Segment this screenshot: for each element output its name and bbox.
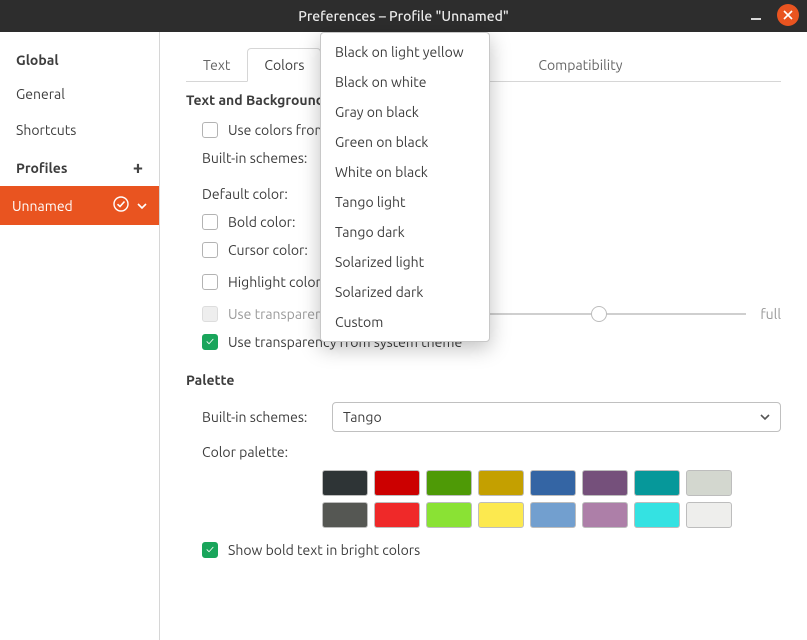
bold-bright-row: Show bold text in bright colors	[186, 536, 781, 564]
palette-swatch[interactable]	[426, 470, 472, 496]
palette-swatch[interactable]	[530, 470, 576, 496]
sys-transparency-checkbox[interactable]	[202, 334, 218, 350]
minimize-button[interactable]	[745, 4, 767, 26]
palette-swatch[interactable]	[322, 502, 368, 528]
window-titlebar: Preferences – Profile "Unnamed"	[0, 0, 807, 32]
use-system-colors-checkbox[interactable]	[202, 122, 218, 138]
sidebar-item-general[interactable]: General	[0, 76, 159, 112]
palette-swatch[interactable]	[582, 502, 628, 528]
scheme-option[interactable]: Green on black	[321, 127, 489, 157]
palette-swatch[interactable]	[634, 502, 680, 528]
close-button[interactable]	[777, 4, 799, 26]
color-palette-label: Color palette:	[202, 444, 322, 460]
palette-swatch[interactable]	[374, 502, 420, 528]
palette-swatch[interactable]	[582, 470, 628, 496]
scheme-option[interactable]: Black on white	[321, 67, 489, 97]
palette-swatch[interactable]	[634, 470, 680, 496]
tab-text[interactable]: Text	[186, 48, 247, 81]
profile-name-label: Unnamed	[12, 198, 105, 214]
palette-swatch[interactable]	[426, 502, 472, 528]
palette-swatch[interactable]	[686, 502, 732, 528]
sidebar-section-profiles: Profiles +	[0, 148, 159, 186]
sidebar-item-shortcuts[interactable]: Shortcuts	[0, 112, 159, 148]
highlight-color-label: Highlight color:	[228, 274, 328, 290]
transparent-bg-checkbox[interactable]	[202, 306, 218, 322]
window-title: Preferences – Profile "Unnamed"	[298, 8, 509, 24]
palette-swatch[interactable]	[374, 470, 420, 496]
scheme-option[interactable]: Gray on black	[321, 97, 489, 127]
scheme-option[interactable]: Solarized dark	[321, 277, 489, 307]
bold-bright-label: Show bold text in bright colors	[228, 542, 420, 558]
default-color-label: Default color:	[202, 186, 322, 202]
color-palette-row: Color palette:	[186, 438, 781, 466]
palette-swatch[interactable]	[478, 470, 524, 496]
palette-swatch[interactable]	[478, 502, 524, 528]
palette-builtin-label: Built-in schemes:	[202, 409, 322, 425]
cursor-color-checkbox[interactable]	[202, 242, 218, 258]
highlight-color-checkbox[interactable]	[202, 274, 218, 290]
scheme-option[interactable]: White on black	[321, 157, 489, 187]
tab-compatibility[interactable]: Compatibility	[521, 48, 639, 81]
tab-colors[interactable]: Colors	[247, 48, 321, 82]
palette-scheme-value: Tango	[343, 409, 382, 425]
sidebar-section-global: Global	[0, 42, 159, 76]
bold-color-checkbox[interactable]	[202, 214, 218, 230]
sidebar-heading-global: Global	[16, 52, 59, 68]
bold-bright-checkbox[interactable]	[202, 542, 218, 558]
bold-color-label: Bold color:	[228, 214, 295, 230]
transparency-slider[interactable]	[462, 313, 746, 315]
builtin-schemes-label: Built-in schemes:	[202, 150, 322, 166]
scheme-option[interactable]: Custom	[321, 307, 489, 337]
palette-swatch[interactable]	[322, 470, 368, 496]
chevron-down-icon[interactable]	[137, 198, 147, 214]
palette-builtin-row: Built-in schemes: Tango	[186, 396, 781, 438]
sidebar: Global General Shortcuts Profiles + Unna…	[0, 32, 160, 640]
palette-swatch[interactable]	[686, 470, 732, 496]
scheme-option[interactable]: Solarized light	[321, 247, 489, 277]
palette-heading: Palette	[186, 372, 781, 388]
chevron-down-icon	[760, 409, 770, 425]
palette-swatch[interactable]	[530, 502, 576, 528]
scheme-dropdown-popup: Black on light yellowBlack on whiteGray …	[320, 32, 490, 342]
palette-scheme-dropdown[interactable]: Tango	[332, 402, 781, 432]
scheme-option[interactable]: Tango light	[321, 187, 489, 217]
add-profile-icon[interactable]: +	[133, 158, 143, 178]
window-controls	[745, 4, 799, 26]
slider-knob-icon[interactable]	[591, 306, 607, 322]
cursor-color-label: Cursor color:	[228, 242, 308, 258]
sidebar-heading-profiles: Profiles	[16, 160, 67, 176]
sidebar-profile-unnamed[interactable]: Unnamed	[0, 186, 159, 225]
scheme-option[interactable]: Black on light yellow	[321, 37, 489, 67]
check-circle-icon	[113, 196, 129, 215]
scheme-option[interactable]: Tango dark	[321, 217, 489, 247]
preferences-window: Preferences – Profile "Unnamed" Global G…	[0, 0, 807, 640]
slider-full-label: full	[760, 306, 781, 322]
color-palette-grid	[306, 470, 781, 528]
